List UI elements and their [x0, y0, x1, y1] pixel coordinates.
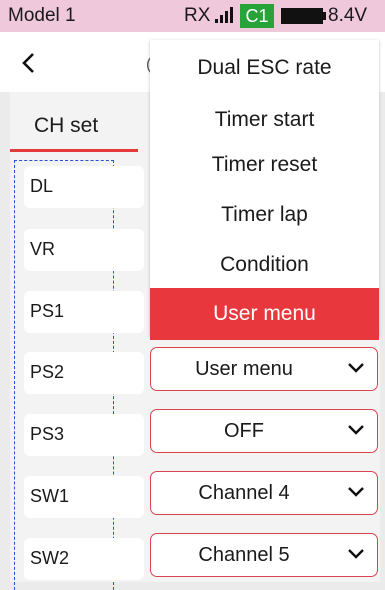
signal-strength-icon	[215, 7, 237, 23]
select-value: Channel 5	[198, 544, 290, 566]
dropdown-menu: Dual ESC rate Timer start Timer reset Ti…	[150, 40, 379, 340]
select-value: User menu	[195, 358, 293, 380]
dropdown-option-condition[interactable]: Condition	[150, 253, 379, 277]
chevron-down-icon	[348, 487, 364, 497]
select-value: OFF	[224, 420, 264, 442]
battery-tip	[323, 12, 326, 20]
select-ps2[interactable]: User menu	[150, 347, 378, 391]
tab-active-indicator	[10, 149, 138, 152]
chevron-down-icon	[348, 363, 364, 373]
select-value: Channel 4	[198, 482, 290, 504]
select-sw1[interactable]: Channel 4	[150, 471, 378, 515]
row-label: SW1	[30, 486, 70, 506]
chevron-left-icon[interactable]	[18, 50, 40, 76]
dropdown-option-timer-lap[interactable]: Timer lap	[150, 203, 379, 227]
dropdown-option-timer-start[interactable]: Timer start	[150, 108, 379, 132]
battery-voltage: 8.4V	[328, 5, 368, 26]
channel-badge: C1	[240, 4, 274, 28]
battery-icon	[281, 8, 323, 24]
row-label: VR	[30, 239, 56, 259]
row-label: PS3	[30, 424, 65, 444]
status-bar: Model 1 RX C1 8.4V	[0, 0, 385, 32]
row-ps2[interactable]: PS2	[24, 352, 144, 394]
row-ps1[interactable]: PS1	[24, 291, 144, 333]
row-dl[interactable]: DL	[24, 166, 144, 208]
dropdown-option-user-menu[interactable]: User menu	[150, 288, 379, 340]
select-ps3[interactable]: OFF	[150, 409, 378, 453]
rx-label: RX	[184, 5, 211, 26]
row-sw1[interactable]: SW1	[24, 476, 144, 518]
tab-label: CH set	[34, 114, 99, 137]
row-label: PS2	[30, 362, 65, 382]
row-vr[interactable]: VR	[24, 229, 144, 271]
tab-ch-set[interactable]: CH set	[10, 100, 138, 152]
select-sw2[interactable]: Channel 5	[150, 533, 378, 577]
model-name: Model 1	[8, 5, 76, 26]
row-sw2[interactable]: SW2	[24, 538, 144, 580]
chevron-down-icon	[348, 425, 364, 435]
dropdown-option-dual-esc-rate[interactable]: Dual ESC rate	[150, 56, 379, 80]
row-label: DL	[30, 176, 54, 196]
row-ps3[interactable]: PS3	[24, 414, 144, 456]
row-label: SW2	[30, 548, 70, 568]
row-label: PS1	[30, 301, 65, 321]
dropdown-option-timer-reset[interactable]: Timer reset	[150, 153, 379, 177]
chevron-down-icon	[348, 549, 364, 559]
